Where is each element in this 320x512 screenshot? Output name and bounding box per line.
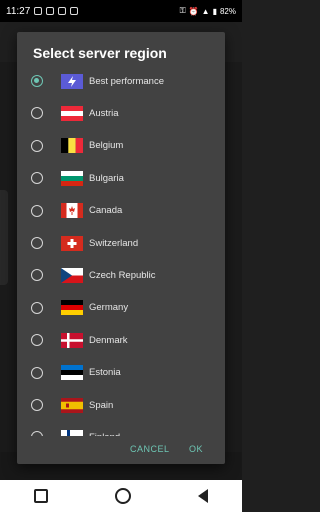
radio-button[interactable] bbox=[31, 334, 43, 347]
chat-icon bbox=[70, 7, 79, 15]
home-icon[interactable] bbox=[114, 488, 131, 504]
lightning-icon bbox=[61, 73, 83, 89]
status-bar: 11:27 ⚿ ⏰ ▲ ▮ 82% bbox=[0, 0, 242, 22]
cancel-button[interactable]: CANCEL bbox=[130, 444, 170, 454]
region-option-de[interactable]: Germany bbox=[17, 292, 225, 324]
flag-ee-icon bbox=[61, 365, 83, 381]
flag-at-icon bbox=[61, 105, 83, 121]
region-option-be[interactable]: Belgium bbox=[17, 130, 225, 162]
region-option-es[interactable]: Spain bbox=[17, 389, 225, 421]
flag-de-icon bbox=[61, 300, 83, 316]
gallery-icon bbox=[34, 7, 43, 15]
region-label: Spain bbox=[89, 399, 114, 411]
youtube-icon bbox=[58, 7, 67, 15]
alarm-icon: ⏰ bbox=[188, 6, 199, 16]
radio-button[interactable] bbox=[31, 366, 43, 379]
region-label: Belgium bbox=[89, 140, 124, 152]
region-label: Bulgaria bbox=[89, 172, 124, 184]
region-option-ee[interactable]: Estonia bbox=[17, 357, 225, 389]
flag-be-icon bbox=[61, 138, 83, 154]
region-option-dk[interactable]: Denmark bbox=[17, 324, 225, 356]
radio-button[interactable] bbox=[31, 237, 43, 249]
ok-button[interactable]: OK bbox=[189, 444, 203, 454]
flag-bg-icon bbox=[61, 170, 83, 186]
region-option-cz[interactable]: Czech Republic bbox=[17, 259, 225, 291]
flag-ch-icon bbox=[61, 235, 83, 251]
region-option-ca[interactable]: Canada bbox=[17, 195, 225, 227]
radio-button[interactable] bbox=[31, 107, 43, 120]
region-label: Czech Republic bbox=[89, 269, 156, 281]
wifi-icon: ▲ bbox=[201, 6, 210, 16]
notification-icon bbox=[46, 7, 55, 15]
region-label: Austria bbox=[89, 107, 119, 119]
battery-percent: 82% bbox=[219, 6, 236, 16]
region-label: Canada bbox=[89, 205, 123, 217]
flag-cz-icon bbox=[61, 267, 83, 283]
status-time: 11:27 bbox=[6, 5, 31, 17]
region-label: Estonia bbox=[89, 367, 121, 379]
recents-icon[interactable] bbox=[33, 489, 48, 503]
region-label: Best performance bbox=[89, 75, 164, 87]
radio-button[interactable] bbox=[31, 301, 43, 314]
radio-button[interactable] bbox=[31, 172, 43, 185]
region-label: Switzerland bbox=[89, 237, 139, 249]
radio-button[interactable] bbox=[31, 204, 43, 217]
flag-dk-icon bbox=[61, 332, 83, 348]
region-label: Germany bbox=[89, 302, 129, 314]
radio-button[interactable] bbox=[31, 75, 43, 87]
flag-ca-icon bbox=[61, 203, 83, 219]
region-option-bolt[interactable]: Best performance bbox=[17, 65, 225, 97]
flag-es-icon bbox=[61, 397, 83, 413]
radio-button[interactable] bbox=[31, 139, 43, 152]
back-icon[interactable] bbox=[198, 489, 209, 503]
dialog-actions: CANCEL OK bbox=[17, 436, 225, 464]
dialog-title: Select server region bbox=[33, 45, 167, 61]
radio-button[interactable] bbox=[31, 399, 43, 411]
vpn-key-icon: ⚿ bbox=[179, 6, 186, 15]
system-nav-bar bbox=[0, 480, 242, 512]
region-option-fi[interactable]: Finland bbox=[17, 421, 225, 436]
region-list[interactable]: Best performance Austria Belgium Bulgaria Ca… bbox=[17, 65, 225, 436]
server-region-dialog: Select server region Best performance Aus… bbox=[17, 32, 225, 464]
region-option-ch[interactable]: Switzerland bbox=[17, 227, 225, 259]
region-option-at[interactable]: Austria bbox=[17, 97, 225, 129]
region-option-bg[interactable]: Bulgaria bbox=[17, 162, 225, 194]
region-label: Denmark bbox=[89, 334, 128, 346]
radio-button[interactable] bbox=[31, 269, 43, 282]
signal-icon: ▮ bbox=[212, 6, 217, 16]
